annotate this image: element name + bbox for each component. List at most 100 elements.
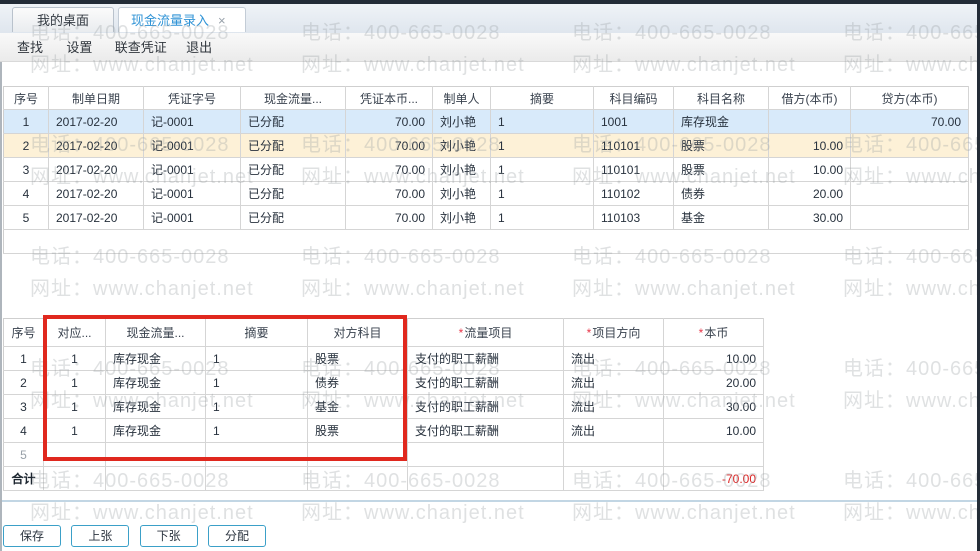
cell[interactable]	[407, 442, 564, 467]
cell[interactable]: 已分配	[240, 133, 346, 158]
cell[interactable]: 20.00	[663, 370, 764, 395]
cell[interactable]: 股票	[307, 418, 408, 443]
cell[interactable]	[43, 466, 106, 491]
cell[interactable]	[563, 442, 664, 467]
cell[interactable]	[768, 229, 851, 254]
cell[interactable]: 已分配	[240, 157, 346, 182]
cell[interactable]: 10.00	[768, 133, 851, 158]
cell[interactable]: 110101	[593, 157, 674, 182]
cell[interactable]: 基金	[673, 205, 769, 230]
cell[interactable]	[663, 442, 764, 467]
cell[interactable]: 70.00	[345, 133, 433, 158]
cell[interactable]: 库存现金	[105, 418, 206, 443]
cell[interactable]: 1001	[593, 109, 674, 134]
cell[interactable]	[850, 157, 969, 182]
table-row[interactable]: 1 1 库存现金 1 股票 支付的职工薪酬 流出 10.00	[3, 346, 764, 371]
cell[interactable]: 股票	[307, 346, 408, 371]
cell[interactable]: 1	[3, 346, 44, 371]
table-row[interactable]: 2 1 库存现金 1 债券 支付的职工薪酬 流出 20.00	[3, 370, 764, 395]
cell[interactable]	[307, 442, 408, 467]
cell[interactable]: 70.00	[345, 181, 433, 206]
cell[interactable]: 2	[3, 133, 49, 158]
cell[interactable]: 股票	[673, 157, 769, 182]
cell[interactable]: 2017-02-20	[48, 133, 144, 158]
cell[interactable]: 已分配	[240, 205, 346, 230]
cell[interactable]: 2017-02-20	[48, 109, 144, 134]
cell[interactable]: 5	[3, 205, 49, 230]
cell[interactable]: 记-0001	[143, 205, 241, 230]
cell[interactable]: 20.00	[768, 181, 851, 206]
cell[interactable]	[563, 466, 664, 491]
table-row[interactable]: 3 2017-02-20 记-0001 已分配 70.00 刘小艳 1 110101 股票 10.…	[3, 157, 969, 182]
cell[interactable]: 1	[205, 394, 308, 419]
cell[interactable]: 库存现金	[105, 370, 206, 395]
cell[interactable]: 已分配	[240, 109, 346, 134]
cell[interactable]: 债券	[307, 370, 408, 395]
cell[interactable]: 3	[3, 157, 49, 182]
cell[interactable]: 2	[3, 370, 44, 395]
toolbar-button-settings[interactable]: 设置	[66, 33, 92, 62]
cell[interactable]: 110102	[593, 181, 674, 206]
cell[interactable]: 债券	[673, 181, 769, 206]
cell[interactable]: 4	[3, 181, 49, 206]
cell[interactable]: 记-0001	[143, 133, 241, 158]
cell[interactable]: 70.00	[850, 109, 969, 134]
cell[interactable]: 70.00	[345, 205, 433, 230]
cell[interactable]	[3, 229, 49, 254]
cell[interactable]: 1	[490, 157, 594, 182]
cell[interactable]: -70.00	[663, 466, 764, 491]
previous-voucher-button[interactable]: 上张	[71, 525, 130, 547]
cell[interactable]: 1	[490, 109, 594, 134]
cell[interactable]: 刘小艳	[432, 133, 491, 158]
cell[interactable]: 1	[43, 370, 106, 395]
cell[interactable]: 1	[205, 418, 308, 443]
cell[interactable]: 支付的职工薪酬	[407, 346, 564, 371]
table-row[interactable]: 4 1 库存现金 1 股票 支付的职工薪酬 流出 10.00	[3, 418, 764, 443]
cell[interactable]	[850, 181, 969, 206]
cell[interactable]: 1	[490, 205, 594, 230]
cell[interactable]: 30.00	[768, 205, 851, 230]
cell[interactable]: 2017-02-20	[48, 181, 144, 206]
toolbar-button-linked-voucher[interactable]: 联查凭证	[115, 33, 167, 62]
cell[interactable]	[205, 442, 308, 467]
toolbar-button-exit[interactable]: 退出	[186, 33, 212, 62]
cell[interactable]: 流出	[563, 370, 664, 395]
cell[interactable]	[345, 229, 433, 254]
cell[interactable]	[850, 133, 969, 158]
cell[interactable]	[143, 229, 241, 254]
cell[interactable]: 10.00	[663, 346, 764, 371]
cell[interactable]: 2017-02-20	[48, 157, 144, 182]
cell[interactable]	[43, 442, 106, 467]
table-row[interactable]: 5 2017-02-20 记-0001 已分配 70.00 刘小艳 1 110103 基金 30.…	[3, 205, 969, 230]
close-icon[interactable]: ×	[218, 13, 226, 28]
cell[interactable]: 记-0001	[143, 109, 241, 134]
cell[interactable]: 1	[490, 133, 594, 158]
cell[interactable]: 10.00	[768, 157, 851, 182]
cell[interactable]: 1	[43, 418, 106, 443]
cell[interactable]: 基金	[307, 394, 408, 419]
cell[interactable]	[850, 205, 969, 230]
cell[interactable]: 刘小艳	[432, 157, 491, 182]
cell[interactable]	[407, 466, 564, 491]
cell[interactable]: 5	[3, 442, 44, 467]
toolbar-button-find[interactable]: 查找	[17, 33, 43, 62]
cell[interactable]: 流出	[563, 418, 664, 443]
cell[interactable]	[593, 229, 674, 254]
cell[interactable]: 2017-02-20	[48, 205, 144, 230]
next-voucher-button[interactable]: 下张	[139, 525, 198, 547]
cell[interactable]: 记-0001	[143, 181, 241, 206]
cell[interactable]: 1	[43, 346, 106, 371]
cell[interactable]: 刘小艳	[432, 109, 491, 134]
cell[interactable]: 库存现金	[105, 394, 206, 419]
table-row[interactable]: 合计 -70.00	[3, 466, 764, 491]
cell[interactable]: 流出	[563, 394, 664, 419]
cell[interactable]: 记-0001	[143, 157, 241, 182]
cell[interactable]: 刘小艳	[432, 181, 491, 206]
cell[interactable]	[850, 229, 969, 254]
cell[interactable]	[105, 442, 206, 467]
cell[interactable]: 流出	[563, 346, 664, 371]
cell[interactable]: 70.00	[345, 109, 433, 134]
save-button[interactable]: 保存	[3, 525, 61, 547]
cell[interactable]	[240, 229, 346, 254]
cell[interactable]	[105, 466, 206, 491]
